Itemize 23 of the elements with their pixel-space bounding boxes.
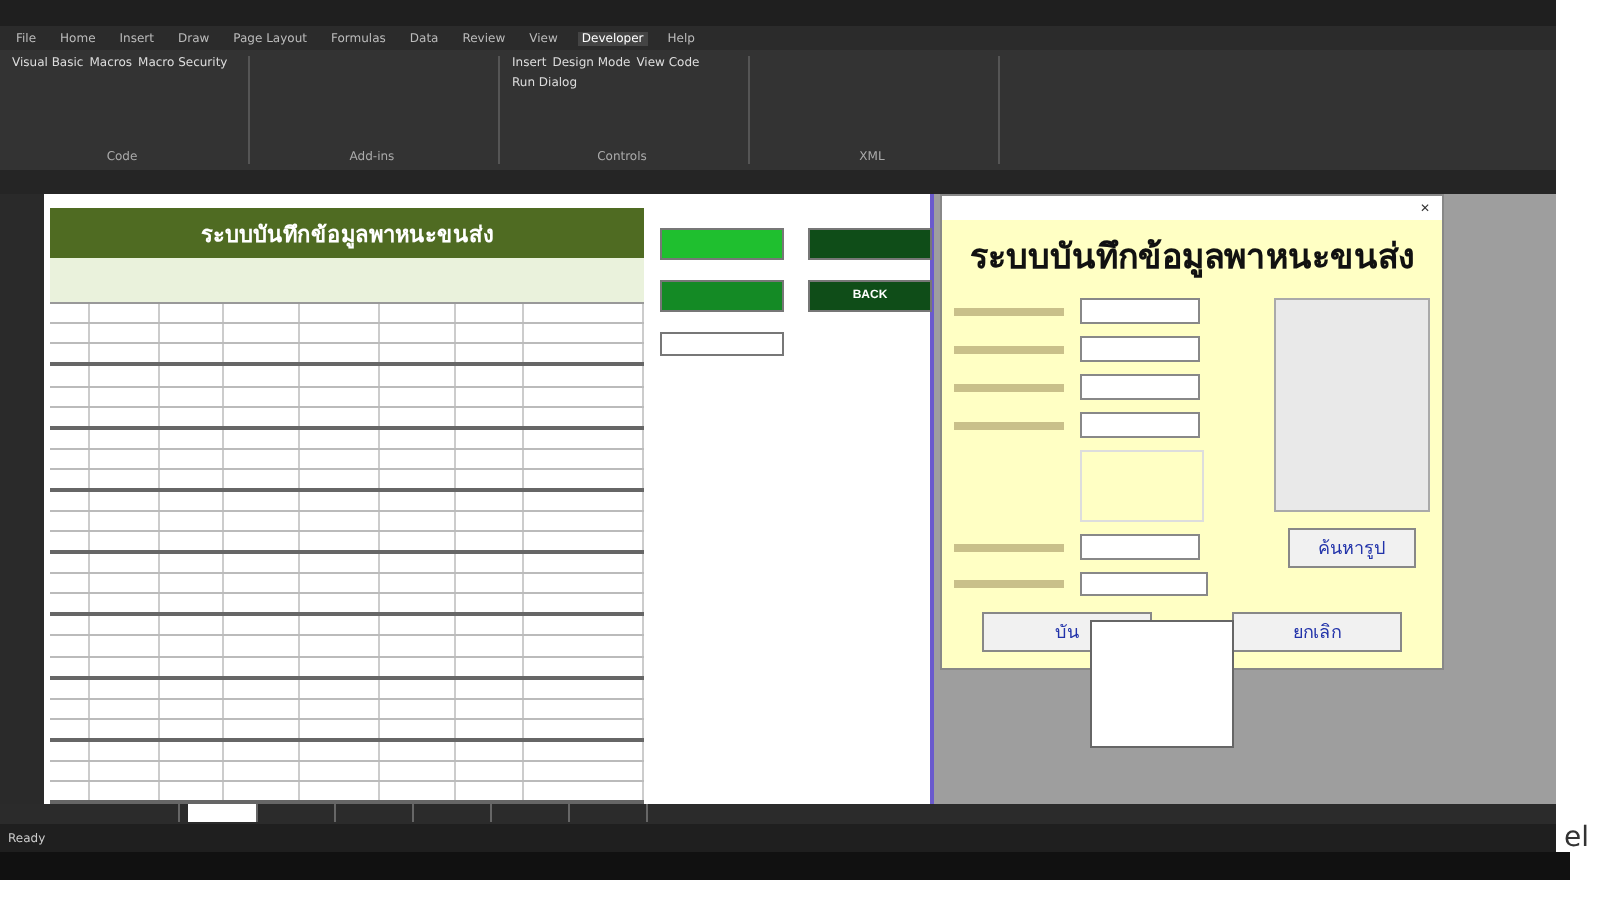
sheet-title: ระบบบันทึกข้อมูลพาหนะขนส่ง [50,208,644,259]
sheet-button[interactable] [660,332,784,356]
form-title: ระบบบันทึกข้อมูลพาหนะขนส่ง [968,236,1416,282]
field-label-placeholder [954,421,1064,429]
input-field[interactable] [1080,534,1200,560]
sheet-tab[interactable] [188,804,258,822]
combo-box[interactable] [1080,572,1208,596]
sheet-button[interactable] [808,228,932,260]
field-label-placeholder [954,383,1064,391]
input-field[interactable] [1080,412,1200,438]
corner-text: el [1564,824,1590,852]
input-field[interactable] [1080,374,1200,400]
field-label-placeholder [954,543,1064,551]
dropdown-list[interactable] [1090,620,1234,748]
input-field[interactable] [1080,336,1200,362]
cancel-button[interactable]: ยกเลิก [1232,612,1402,652]
radio-group[interactable] [1080,450,1204,522]
input-field[interactable] [1080,298,1200,324]
search-image-button[interactable]: ค้นหารูป [1288,528,1416,568]
field-label-placeholder [954,307,1064,315]
field-label-placeholder [954,345,1064,353]
field-label-placeholder [954,580,1064,588]
sheet-button[interactable] [660,228,784,260]
